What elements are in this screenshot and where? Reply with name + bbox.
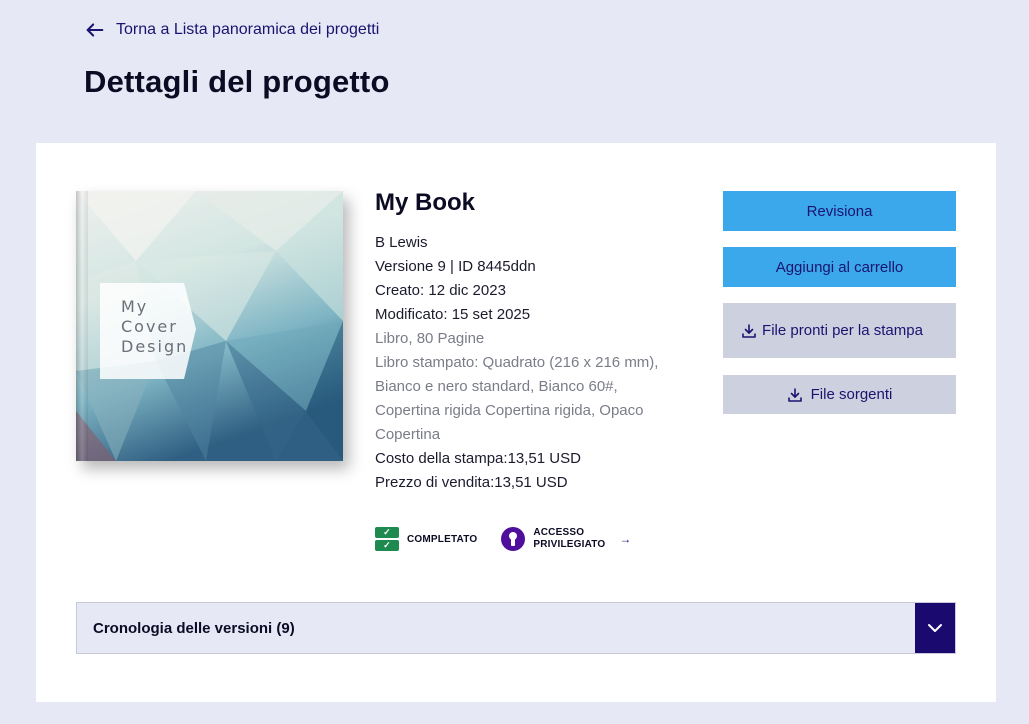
book-created: Creato: 12 dic 2023 [375,282,506,299]
arrow-right-icon: → [619,532,632,546]
version-history-accordion[interactable]: Cronologia delle versioni (9) [76,602,956,654]
expand-history-button[interactable] [915,603,955,653]
add-to-cart-button[interactable]: Aggiungi al carrello [723,247,956,287]
book-version: Versione 9 | ID 8445ddn [375,258,536,275]
book-info: My Book B Lewis Versione 9 | ID 8445ddn … [375,189,695,495]
back-link[interactable]: Torna a Lista panoramica dei progetti [84,19,379,41]
book-format: Libro, 80 Pagine [375,330,485,347]
book-specs-line: Copertina rigida Copertina rigida, Opaco [375,402,644,419]
project-card: My Cover Design My Book B Lewis Versione… [36,143,996,702]
completed-label: COMPLETATO [407,533,478,545]
review-button[interactable]: Revisiona [723,191,956,231]
checklist-icon: ✓ ✓ [375,527,399,551]
print-ready-files-button[interactable]: File pronti per la stampa [723,303,956,358]
book-cover-image: My Cover Design [76,191,343,461]
source-files-button[interactable]: File sorgenti [723,375,956,414]
privileged-access-link[interactable]: ACCESSO PRIVILEGIATO → [501,527,631,551]
download-icon [787,387,802,402]
keyhole-icon [501,527,526,551]
completed-status: ✓ ✓ COMPLETATO [375,527,477,551]
book-specs-line: Libro stampato: Quadrato (216 x 216 mm), [375,354,659,371]
book-specs-line: Bianco e nero standard, Bianco 60#, [375,378,618,395]
book-title: My Book [375,189,476,216]
status-badges: ✓ ✓ COMPLETATO ACCESSO PRIVILEGIATO → [375,527,632,551]
book-modified: Modificato: 15 set 2025 [375,306,531,323]
cover-spine [76,191,88,461]
book-sale-price: Prezzo di vendita:13,51 USD [375,474,568,491]
book-author: B Lewis [375,234,428,251]
cover-title-text: My Cover Design [121,297,189,356]
book-specs-line: Copertina [375,426,441,443]
chevron-down-icon [928,624,942,632]
version-history-label: Cronologia delle versioni (9) [93,619,295,637]
privileged-label: ACCESSO PRIVILEGIATO [533,527,606,550]
book-print-cost: Costo della stampa:13,51 USD [375,450,581,467]
arrow-left-icon [86,23,104,37]
page-title: Dettagli del progetto [84,64,390,99]
back-link-label: Torna a Lista panoramica dei progetti [116,21,380,38]
download-icon [742,323,756,338]
